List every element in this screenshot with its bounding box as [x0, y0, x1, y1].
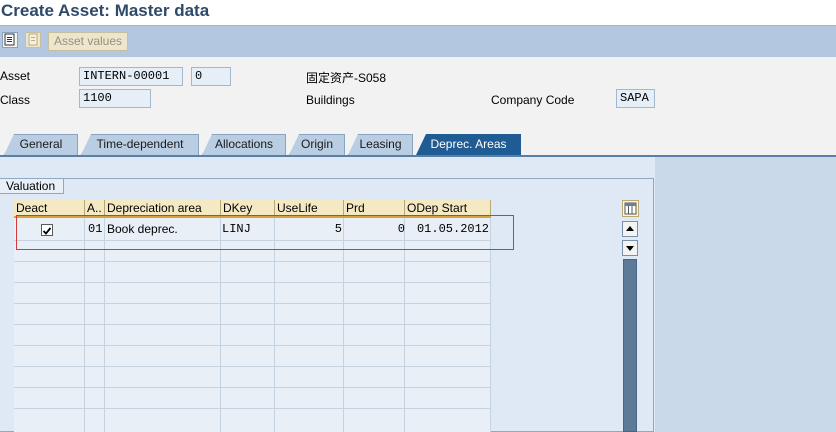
tab-strip: General Time-dependent Allocations Origi… — [0, 129, 836, 157]
column-odep-start — [405, 218, 491, 432]
display-change-icon[interactable] — [2, 32, 18, 48]
tab-time-dependent[interactable]: Time-dependent — [81, 134, 199, 155]
row-divider — [14, 282, 491, 283]
company-code-field[interactable]: SAPA — [616, 89, 655, 108]
vertical-scrollbar[interactable] — [623, 259, 637, 432]
column-uselife — [275, 218, 344, 432]
column-dkey — [221, 218, 275, 432]
column-area — [85, 218, 105, 432]
tab-origin[interactable]: Origin — [289, 134, 345, 155]
table-settings-icon[interactable] — [622, 200, 639, 217]
scroll-down-icon[interactable] — [622, 240, 638, 256]
asset-label: Asset — [0, 69, 31, 83]
window-title: Create Asset: Master data — [1, 1, 210, 20]
asset-subnumber-field[interactable]: 0 — [191, 67, 231, 86]
class-description: Buildings — [306, 93, 355, 107]
application-toolbar: Asset values — [0, 25, 836, 58]
header-area: Asset INTERN-00001 0 固定资产-S058 Class 110… — [0, 57, 836, 129]
column-depreciation-area — [105, 218, 221, 432]
row-divider — [14, 261, 491, 262]
row-divider — [14, 387, 491, 388]
tab-general[interactable]: General — [4, 134, 78, 155]
row-divider — [14, 324, 491, 325]
class-field[interactable]: 1100 — [79, 89, 151, 108]
column-deact — [14, 218, 85, 432]
asset-number-field[interactable]: INTERN-00001 — [79, 67, 183, 86]
tab-leasing[interactable]: Leasing — [348, 134, 413, 155]
column-prd — [344, 218, 405, 432]
scroll-up-icon[interactable] — [622, 221, 638, 237]
tab-deprec-areas[interactable]: Deprec. Areas — [416, 134, 521, 155]
row-divider — [14, 408, 491, 409]
title-bar: Create Asset: Master data — [0, 0, 836, 25]
document-icon[interactable] — [25, 32, 41, 48]
company-code-label: Company Code — [491, 93, 575, 107]
row-divider — [14, 303, 491, 304]
asset-values-button[interactable]: Asset values — [48, 32, 128, 51]
tab-allocations[interactable]: Allocations — [202, 134, 286, 155]
row-divider — [14, 366, 491, 367]
highlight-box — [16, 215, 514, 250]
valuation-group-title: Valuation — [0, 178, 65, 194]
right-pane — [655, 157, 836, 432]
class-label: Class — [0, 93, 31, 107]
row-divider — [14, 345, 491, 346]
asset-description: 固定资产-S058 — [306, 71, 387, 85]
